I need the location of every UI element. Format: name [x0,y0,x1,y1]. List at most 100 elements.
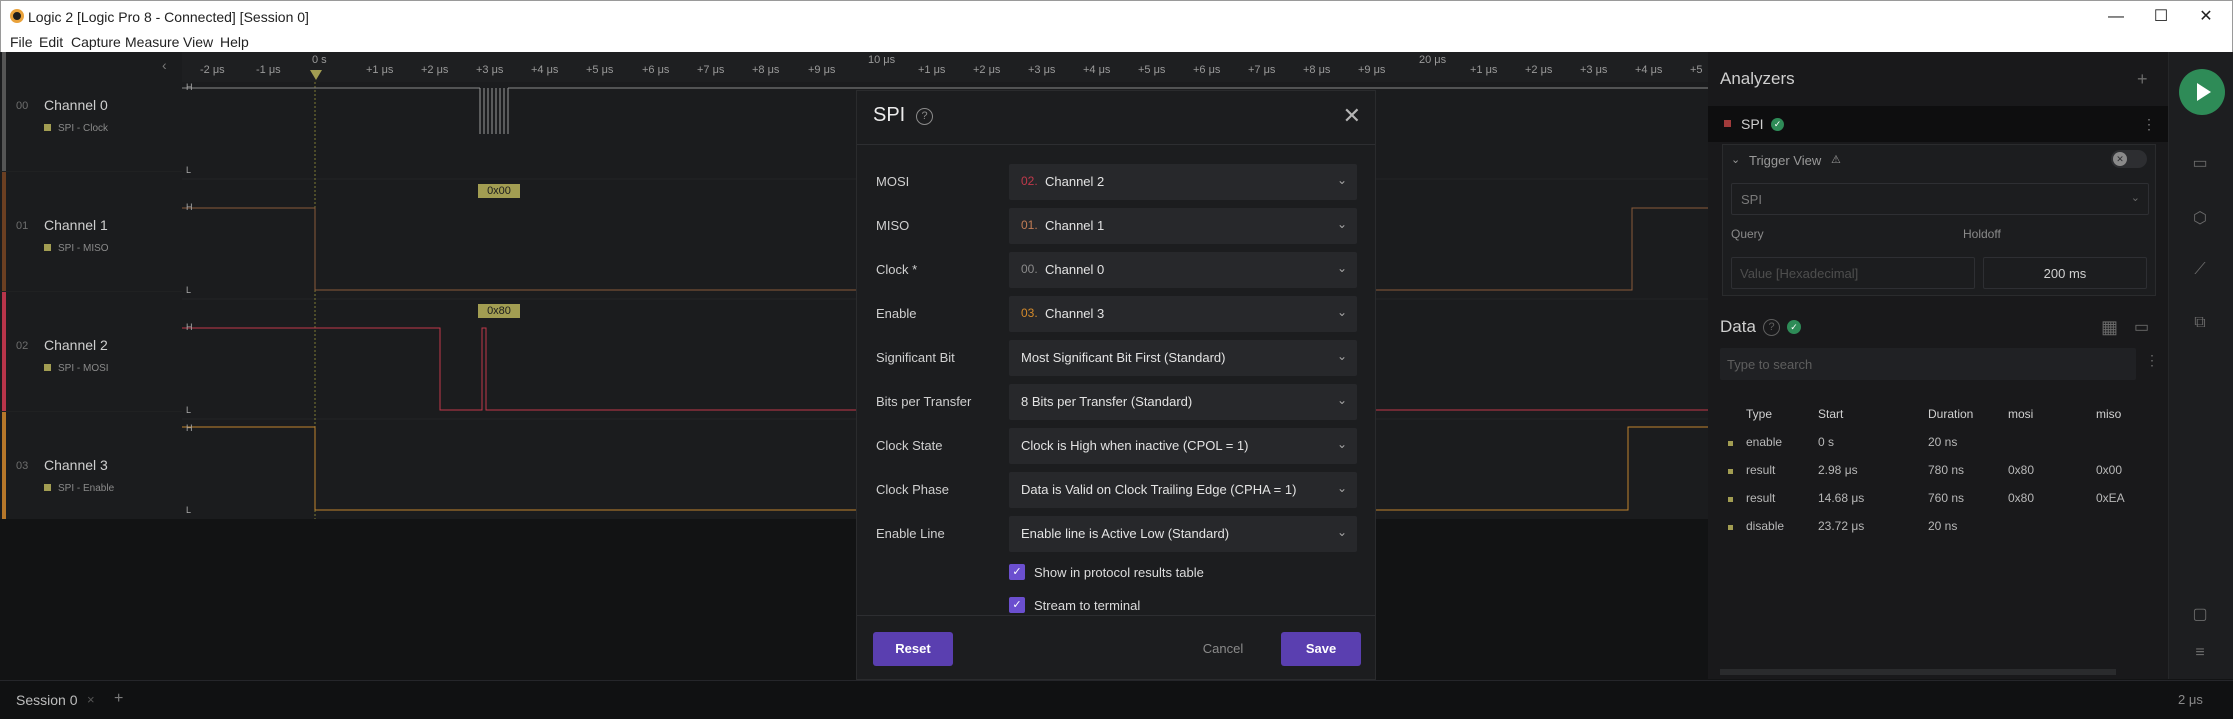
holdoff-value: 200 ms [2043,266,2087,281]
menu-icon[interactable]: ≡ [2187,644,2213,670]
bits-per-transfer-select[interactable]: 8 Bits per Transfer (Standard) ⌄ [1009,384,1357,420]
field-label: Significant Bit [876,350,955,365]
channel-number: 03 [16,460,29,472]
analyzer-item-spi[interactable]: SPI ✓ ⋮ [1708,106,2170,142]
channel-number: 00 [16,100,29,112]
enable-select[interactable]: 03. Channel 3 ⌄ [1009,296,1357,332]
minimize-button[interactable]: — [2091,1,2141,33]
holdoff-input[interactable]: 200 ms [1983,257,2147,289]
field-row-clock-phase: Clock Phase Data is Valid on Clock Trail… [857,472,1375,508]
extensions-tab-icon[interactable]: ⬡ [2187,208,2213,234]
channel-row-2[interactable]: 02 Channel 2 SPI - MOSI [0,292,182,412]
channel-analyzer-label: SPI - MISO [58,243,109,254]
significant-bit-select[interactable]: Most Significant Bit First (Standard) ⌄ [1009,340,1357,376]
data-search-input[interactable]: Type to search [1720,348,2136,380]
chevron-down-icon: ⌄ [1336,217,1347,231]
chevron-down-icon: ⌄ [2130,192,2140,204]
table-row[interactable]: result 14.68 μs 760 ns 0x80 0xEA [1722,484,2156,512]
query-input[interactable]: Value [Hexadecimal] [1731,257,1975,289]
time-tick: +7 μs [1248,64,1276,76]
field-row-enable-line: Enable Line Enable line is Active Low (S… [857,516,1375,552]
channel-prefix: 00. [1021,262,1038,276]
menu-file[interactable]: File [10,34,33,50]
menu-view[interactable]: View [183,34,213,50]
clock-select[interactable]: 00. Channel 0 ⌄ [1009,252,1357,288]
add-session-icon[interactable]: + [114,690,123,708]
stream-to-terminal-checkbox[interactable]: ✓ [1009,597,1025,613]
maximize-button[interactable]: ☐ [2136,1,2186,33]
zoom-level: 2 μs [2178,692,2203,707]
check-circle-icon: ✓ [1787,320,1801,334]
menu-help[interactable]: Help [220,34,249,50]
chevron-down-icon: ⌄ [1336,173,1347,187]
table-view-icon[interactable]: ▦ [2101,317,2118,338]
decode-bubble[interactable]: 0x00 [478,184,520,198]
cell [2008,512,2096,540]
save-button[interactable]: Save [1281,632,1361,666]
close-window-button[interactable]: ✕ [2181,1,2231,33]
clock-phase-select[interactable]: Data is Valid on Clock Trailing Edge (CP… [1009,472,1357,508]
column-header[interactable]: miso [2096,400,2156,428]
close-icon[interactable]: ✕ [1343,103,1361,129]
channel-analyzer-label: SPI - Clock [58,123,109,134]
add-analyzer-icon[interactable]: + [2137,69,2148,90]
channel-row-3[interactable]: 03 Channel 3 SPI - Enable [0,412,182,532]
menu-measure[interactable]: Measure [125,34,179,50]
divider [857,615,1375,616]
time-tick: +3 μs [476,64,504,76]
trigger-view-toggle[interactable]: ✕ [2111,150,2147,168]
menu-edit[interactable]: Edit [39,34,63,50]
reset-button[interactable]: Reset [873,632,953,666]
trigger-analyzer-select[interactable]: SPI ⌄ [1731,183,2149,215]
help-icon[interactable]: ? [916,108,933,125]
collapse-chevron-icon[interactable]: ‹ [162,57,167,73]
measurements-tab-icon[interactable]: ⟋ [2187,261,2213,287]
help-icon[interactable]: ? [1763,319,1780,336]
channel-name: Channel 0 [44,97,108,113]
trigger-marker-icon[interactable] [310,70,322,80]
miso-select[interactable]: 01. Channel 1 ⌄ [1009,208,1357,244]
analyzers-heading: Analyzers [1720,69,1795,88]
enable-line-select[interactable]: Enable line is Active Low (Standard) ⌄ [1009,516,1357,552]
column-header[interactable]: mosi [2008,400,2096,428]
right-toolbar [2168,52,2233,679]
time-axis[interactable]: -2 μs -1 μs 0 s +1 μs +2 μs +3 μs +4 μs … [182,52,1708,82]
analyzers-tab-icon[interactable]: ▭ [2187,153,2213,179]
table-row[interactable]: disable 23.72 μs 20 ns [1722,512,2156,540]
field-label: Enable [876,306,917,321]
trigger-view-label: Trigger View [1749,153,1822,168]
table-row[interactable]: enable 0 s 20 ns [1722,428,2156,456]
mosi-select[interactable]: 02. Channel 2 ⌄ [1009,164,1357,200]
terminal-view-icon[interactable]: ▭ [2134,317,2149,337]
channel-row-1[interactable]: 01 Channel 1 SPI - MISO [0,172,182,292]
row-marker-icon [1728,525,1733,530]
more-options-icon[interactable]: ⋮ [2142,116,2156,133]
query-label: Query [1731,227,1764,241]
feedback-icon[interactable]: ▢ [2187,604,2213,630]
column-header[interactable]: Duration [1928,400,2008,428]
row-marker-icon [1728,497,1733,502]
horizontal-scrollbar[interactable] [1720,669,2116,675]
marketplace-tab-icon[interactable]: ⧉ [2187,314,2213,340]
table-row[interactable]: result 2.98 μs 780 ns 0x80 0x00 [1722,456,2156,484]
time-tick: +3 μs [1028,64,1056,76]
start-capture-button[interactable] [2179,69,2225,115]
column-header[interactable]: Start [1818,400,1928,428]
close-tab-icon[interactable]: × [87,692,95,707]
show-in-results-checkbox[interactable]: ✓ [1009,564,1025,580]
chevron-down-icon[interactable]: ⌄ [1731,153,1740,166]
channel-row-0[interactable]: 00 Channel 0 SPI - Clock [0,52,182,172]
menu-capture[interactable]: Capture [71,34,121,50]
clock-state-select[interactable]: Clock is High when inactive (CPOL = 1) ⌄ [1009,428,1357,464]
more-options-icon[interactable]: ⋮ [2145,352,2159,369]
channel-list-empty [0,519,182,679]
column-header[interactable]: Type [1746,400,1818,428]
cell: 0x80 [2008,491,2035,505]
warning-icon: ⚠ [1831,154,1841,166]
window-title: Logic 2 [Logic Pro 8 - Connected] [Sessi… [28,9,309,25]
decode-bubble[interactable]: 0x80 [478,304,520,318]
field-row-mosi: MOSI 02. Channel 2 ⌄ [857,164,1375,200]
session-tab[interactable]: Session 0 [16,692,77,708]
analyzer-dot-icon [44,244,51,251]
cancel-button[interactable]: Cancel [1193,632,1253,666]
